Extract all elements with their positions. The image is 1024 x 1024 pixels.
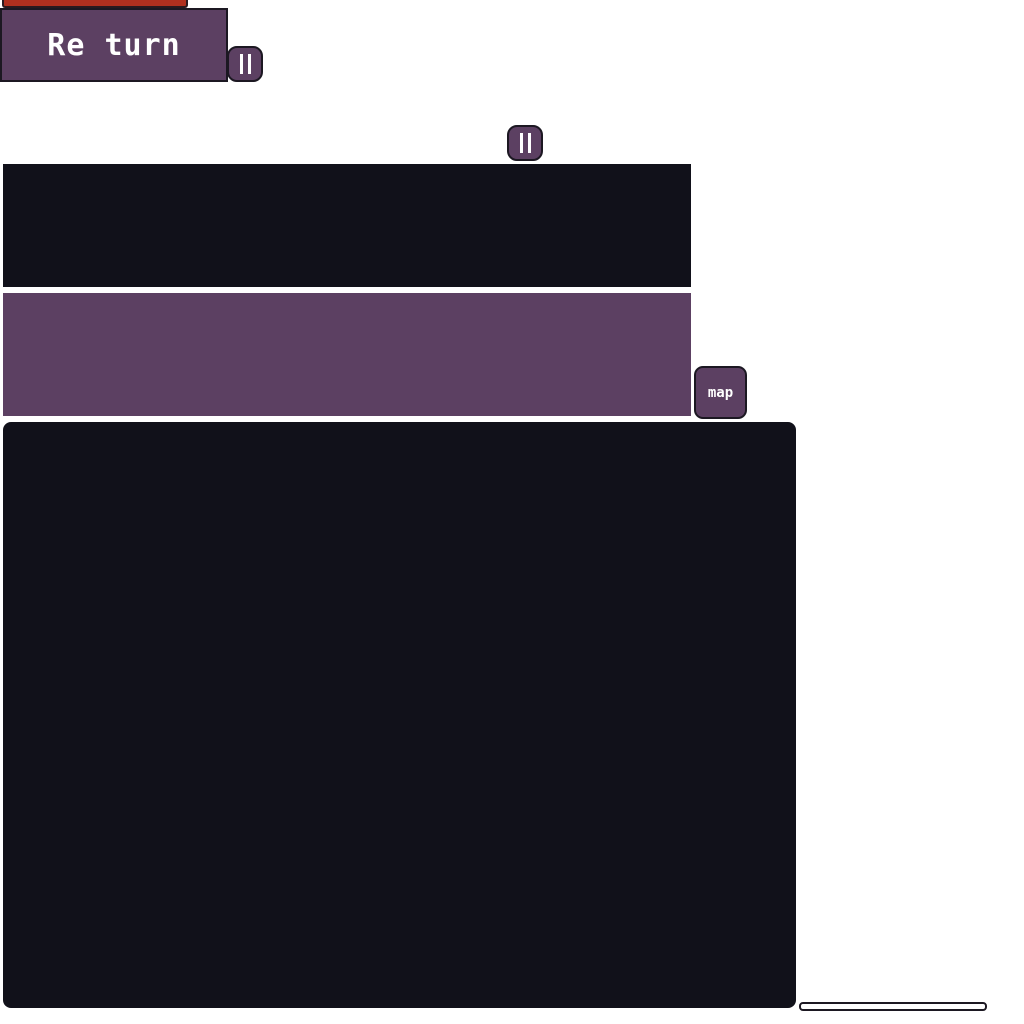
pause-icon	[527, 133, 531, 153]
pause-icon	[239, 54, 243, 74]
pause-icon	[247, 54, 251, 74]
game-viewport[interactable]	[3, 422, 796, 1008]
dialog-panel-dark	[3, 164, 691, 287]
dialog-panel-purple	[3, 293, 691, 416]
progress-bar	[799, 1002, 987, 1011]
health-bar	[2, 0, 188, 8]
return-button[interactable]: Re turn	[0, 8, 228, 82]
map-button[interactable]: map	[694, 366, 747, 419]
pause-icon	[519, 133, 523, 153]
pause-button-secondary[interactable]	[507, 125, 543, 161]
pause-button[interactable]	[227, 46, 263, 82]
